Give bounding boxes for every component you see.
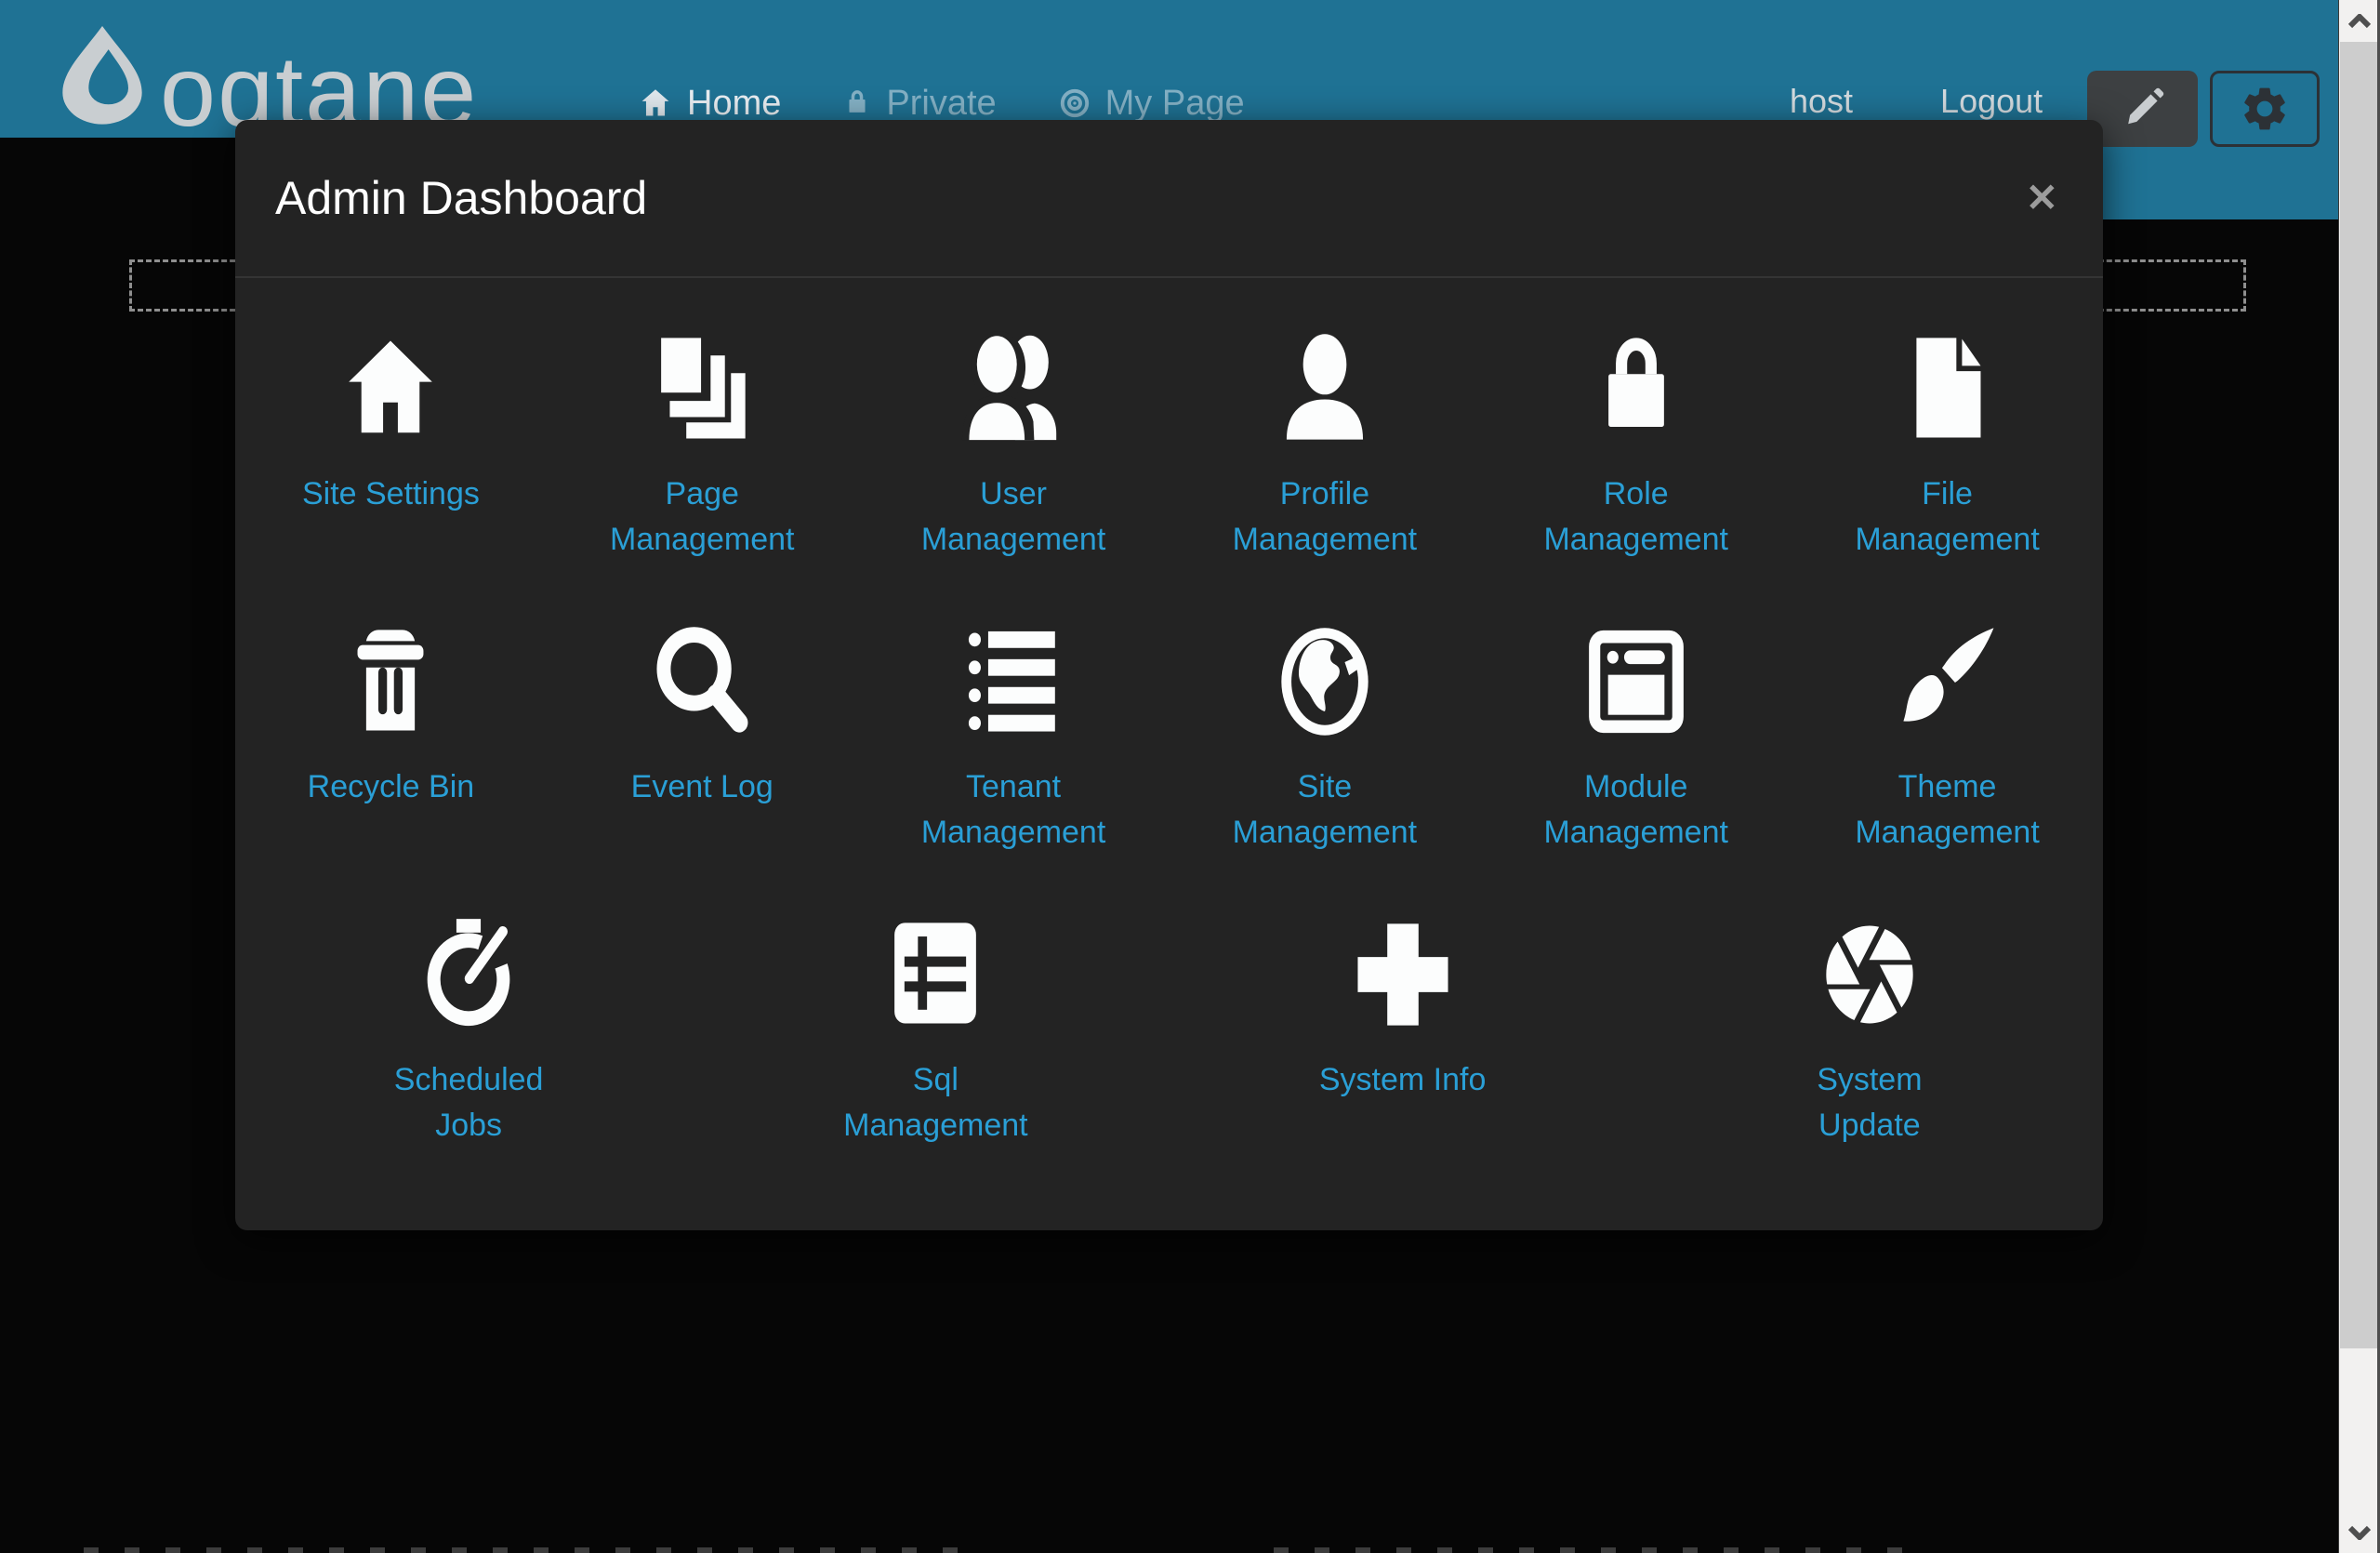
medical-cross-icon — [1351, 888, 1455, 1033]
nav-item-label: Private — [886, 84, 996, 124]
scroll-up-button[interactable] — [2340, 0, 2378, 42]
vertical-scrollbar[interactable] — [2338, 0, 2380, 1553]
brush-icon — [1896, 595, 2000, 740]
nav-item-private[interactable]: Private — [842, 84, 996, 124]
tile-label[interactable]: Site Management — [1232, 764, 1418, 856]
logout-link[interactable]: Logout — [1940, 82, 2043, 121]
nav-item-label: My Page — [1105, 84, 1245, 124]
spreadsheet-icon — [883, 888, 987, 1033]
tile-label[interactable]: Page Management — [609, 471, 795, 563]
tile-profile-management[interactable]: Profile Management — [1169, 302, 1480, 595]
lock-icon — [1584, 302, 1688, 447]
list-icon — [961, 595, 1065, 740]
people-icon — [961, 302, 1065, 447]
scrollbar-thumb[interactable] — [2340, 42, 2378, 1348]
tile-page-management[interactable]: Page Management — [547, 302, 858, 595]
tile-file-management[interactable]: File Management — [1792, 302, 2103, 595]
tile-label[interactable]: Role Management — [1543, 471, 1729, 563]
tile-label[interactable]: Recycle Bin — [308, 764, 475, 810]
aperture-icon — [1818, 888, 1922, 1033]
trash-icon — [338, 595, 443, 740]
nav-right-cluster: host Logout — [1790, 82, 2043, 121]
tile-recycle-bin[interactable]: Recycle Bin — [235, 595, 547, 888]
tile-row: Scheduled Jobs Sql Management — [235, 888, 2103, 1181]
close-icon[interactable]: ✕ — [2026, 179, 2058, 218]
tile-label[interactable]: Site Settings — [302, 471, 480, 517]
tile-label[interactable]: Module Management — [1543, 764, 1729, 856]
tile-row: Recycle Bin Event Log — [235, 595, 2103, 888]
home-icon — [338, 302, 443, 447]
tile-label[interactable]: File Management — [1855, 471, 2041, 563]
magnifying-glass-icon — [650, 595, 754, 740]
globe-icon — [1273, 595, 1377, 740]
tile-system-info[interactable]: System Info — [1170, 888, 1636, 1181]
tile-site-management[interactable]: Site Management — [1169, 595, 1480, 888]
tile-site-settings[interactable]: Site Settings — [235, 302, 547, 595]
chevron-up-icon — [2347, 14, 2372, 29]
tile-role-management[interactable]: Role Management — [1480, 302, 1792, 595]
lock-icon — [842, 86, 872, 120]
scroll-down-button[interactable] — [2340, 1511, 2378, 1553]
tile-label[interactable]: Sql Management — [842, 1057, 1028, 1148]
target-icon — [1058, 86, 1091, 120]
edit-mode-button[interactable] — [2087, 71, 2198, 147]
tile-label[interactable]: Event Log — [631, 764, 774, 810]
username-label[interactable]: host — [1790, 82, 1853, 121]
tile-scheduled-jobs[interactable]: Scheduled Jobs — [235, 888, 702, 1181]
control-panel-button[interactable] — [2210, 71, 2320, 147]
tile-user-management[interactable]: User Management — [858, 302, 1170, 595]
tile-sql-management[interactable]: Sql Management — [702, 888, 1169, 1181]
layers-icon — [650, 302, 754, 447]
modal-title: Admin Dashboard — [275, 171, 647, 225]
file-icon — [1896, 302, 2000, 447]
tile-event-log[interactable]: Event Log — [547, 595, 858, 888]
gear-icon — [2239, 83, 2291, 135]
clipped-bottom-content — [1274, 1547, 1924, 1553]
tile-label[interactable]: Profile Management — [1232, 471, 1418, 563]
nav-item-my-page[interactable]: My Page — [1058, 84, 1245, 124]
tile-label[interactable]: User Management — [920, 471, 1106, 563]
app-screen: oqtane Home Private My Page host L — [0, 0, 2380, 1553]
browser-icon — [1584, 595, 1688, 740]
tile-label[interactable]: System Update — [1777, 1057, 1963, 1148]
person-icon — [1273, 302, 1377, 447]
nav-item-home[interactable]: Home — [638, 84, 781, 124]
tile-label[interactable]: System Info — [1319, 1057, 1487, 1103]
tile-row: Site Settings Page Management — [235, 302, 2103, 595]
admin-dashboard-modal: Admin Dashboard ✕ Site Settings — [235, 120, 2103, 1230]
nav-item-label: Home — [687, 84, 781, 124]
tile-theme-management[interactable]: Theme Management — [1792, 595, 2103, 888]
tile-label[interactable]: Tenant Management — [920, 764, 1106, 856]
timer-icon — [416, 888, 521, 1033]
modal-body: Site Settings Page Management — [235, 302, 2103, 1181]
chevron-down-icon — [2347, 1525, 2372, 1540]
pencil-icon — [2119, 85, 2167, 133]
home-icon — [638, 86, 673, 120]
water-drop-logo-icon — [58, 24, 147, 143]
tile-tenant-management[interactable]: Tenant Management — [858, 595, 1170, 888]
tile-label[interactable]: Scheduled Jobs — [376, 1057, 562, 1148]
tile-system-update[interactable]: System Update — [1636, 888, 2103, 1181]
clipped-bottom-content — [84, 1547, 976, 1553]
modal-header: Admin Dashboard ✕ — [235, 120, 2103, 278]
tile-module-management[interactable]: Module Management — [1480, 595, 1792, 888]
tile-label[interactable]: Theme Management — [1855, 764, 2041, 856]
